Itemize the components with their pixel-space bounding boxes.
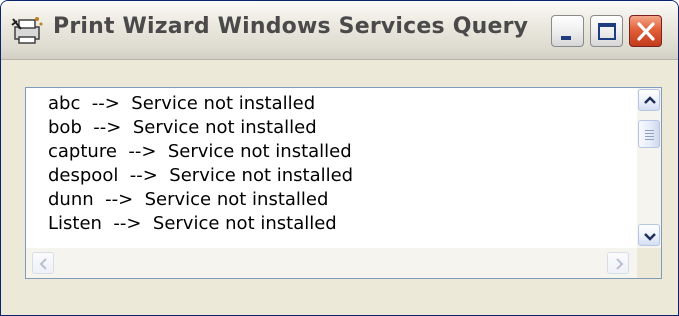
chevron-right-icon	[616, 258, 624, 270]
list-item[interactable]: despool --> Service not installed	[48, 164, 353, 188]
scroll-thumb[interactable]	[638, 120, 660, 148]
minimize-icon	[561, 36, 571, 40]
minimize-button[interactable]	[551, 15, 584, 47]
list-item[interactable]: capture --> Service not installed	[48, 140, 352, 164]
maximize-icon	[598, 23, 616, 40]
vertical-scrollbar[interactable]	[637, 88, 661, 248]
window-title: Print Wizard Windows Services Query	[53, 14, 529, 39]
chevron-left-icon	[39, 258, 47, 270]
scrollbar-corner	[637, 248, 661, 278]
scroll-left-button[interactable]	[32, 252, 54, 274]
list-item[interactable]: bob --> Service not installed	[48, 116, 317, 140]
chevron-down-icon	[644, 233, 656, 241]
maximize-button[interactable]	[590, 15, 623, 47]
query-window: Print Wizard Windows Services Query abc …	[0, 0, 679, 316]
horizontal-scrollbar[interactable]	[26, 248, 637, 278]
title-bar[interactable]: Print Wizard Windows Services Query	[1, 1, 678, 60]
list-item[interactable]: abc --> Service not installed	[48, 92, 315, 116]
close-icon	[637, 22, 655, 41]
scroll-right-button[interactable]	[607, 252, 629, 274]
scroll-up-button[interactable]	[638, 89, 660, 111]
chevron-up-icon	[644, 96, 656, 104]
list-item[interactable]: dunn --> Service not installed	[48, 188, 328, 212]
service-list-content: abc --> Service not installed bob --> Se…	[26, 88, 626, 248]
close-button[interactable]	[629, 15, 662, 47]
printer-wizard-icon	[11, 17, 43, 44]
scroll-down-button[interactable]	[638, 224, 660, 246]
list-item[interactable]: Listen --> Service not installed	[48, 212, 337, 236]
service-list[interactable]: abc --> Service not installed bob --> Se…	[25, 87, 662, 279]
